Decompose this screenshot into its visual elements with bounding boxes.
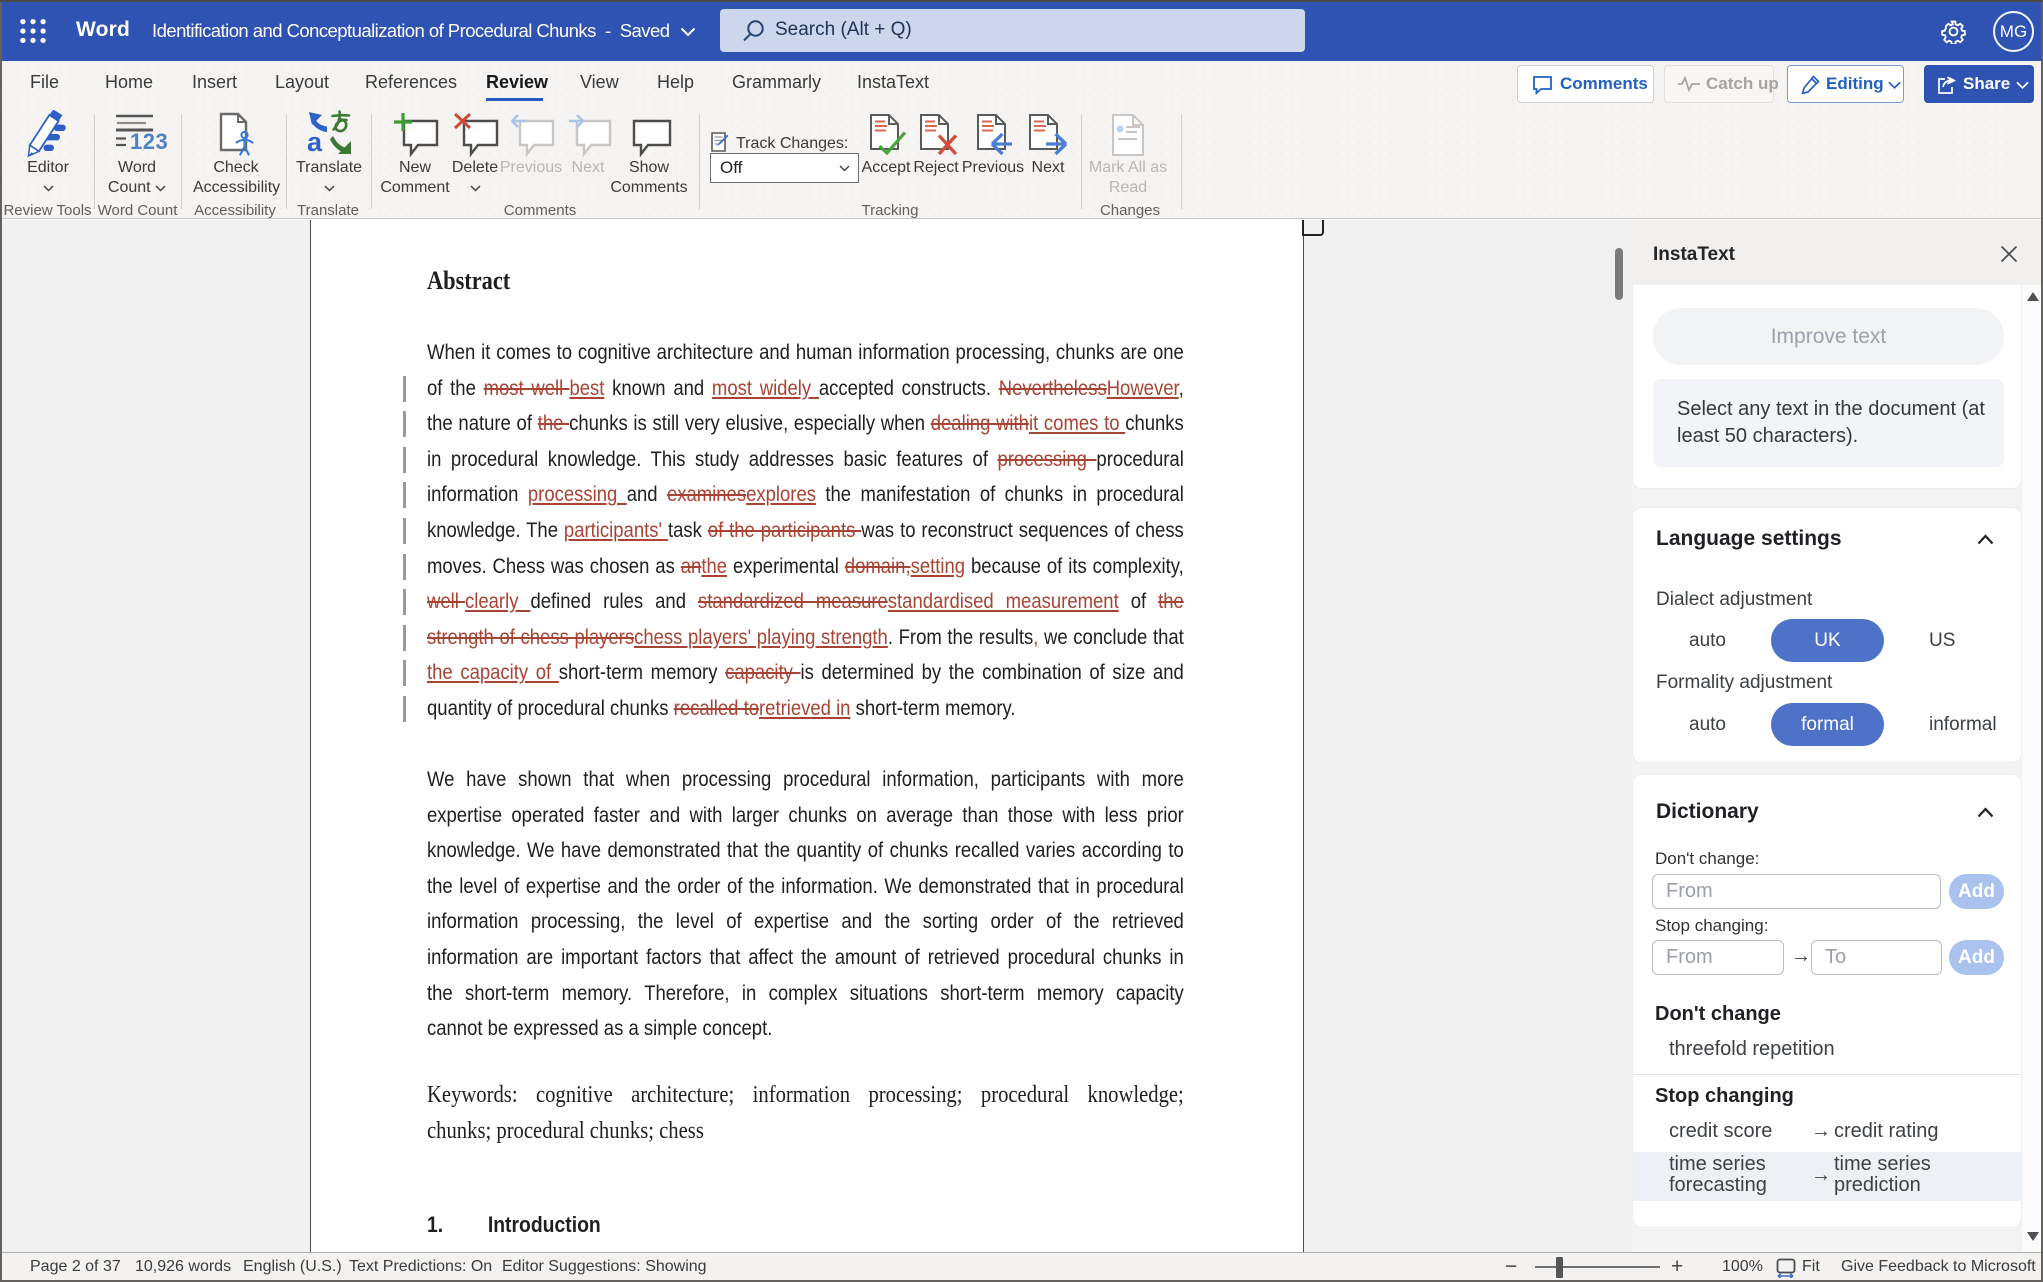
svg-text:123: 123 bbox=[130, 129, 168, 154]
svg-text:a: a bbox=[307, 127, 323, 156]
